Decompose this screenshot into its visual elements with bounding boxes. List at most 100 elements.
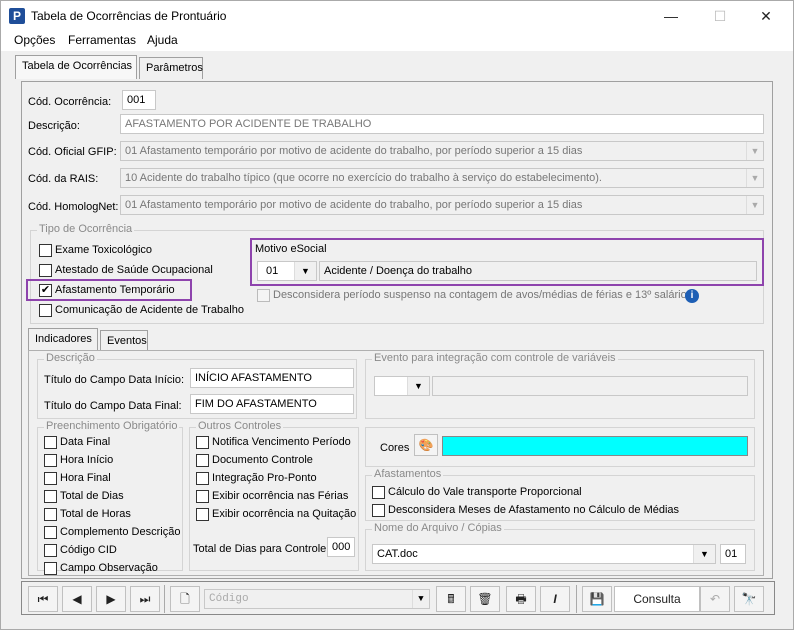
preenchimento-item-checkbox[interactable] [44,526,57,539]
preenchimento-item-label: Complemento Descrição [60,526,181,538]
undo-icon[interactable]: ↶ [700,586,730,612]
chevron-down-icon[interactable]: ▼ [746,169,763,187]
outros-item-label: Integração Pro-Ponto [212,472,317,484]
preenchimento-item-label: Hora Início [60,454,114,466]
preenchimento-item-label: Campo Observação [60,562,158,574]
rais-select[interactable]: 10 Acidente do trabalho típico (que ocor… [120,168,764,188]
arquivo-select[interactable]: CAT.doc ▼ [372,544,716,564]
prev-record-icon[interactable]: ◀ [62,586,92,612]
cod-ocorrencia-input[interactable]: 001 [122,90,156,110]
vale-transporte-checkbox[interactable] [372,486,385,499]
cores-label: Cores [380,442,410,454]
gfip-value: 01 Afastamento temporário por motivo de … [125,145,583,157]
binoculars-icon[interactable]: 🔭 [734,586,764,612]
evento-select[interactable]: ▼ [374,376,430,396]
codigo-placeholder: Código [209,593,249,605]
preenchimento-item-checkbox[interactable] [44,508,57,521]
homolognet-value: 01 Afastamento temporário por motivo de … [125,199,583,211]
chevron-down-icon[interactable]: ▼ [412,590,429,608]
tab-tabela-ocorrencias[interactable]: Tabela de Ocorrências [15,55,137,79]
motivo-esocial-highlight [250,238,764,286]
afastamento-highlight [26,279,192,301]
first-record-icon[interactable]: ⏮ [28,586,58,612]
comunicacao-acidente-label: Comunicação de Acidente de Trabalho [55,304,244,316]
menu-ajuda[interactable]: Ajuda [147,33,178,47]
preenchimento-item-checkbox[interactable] [44,544,57,557]
desconsidera-periodo-label: Desconsidera período suspenso na contage… [273,289,693,301]
chevron-down-icon[interactable]: ▼ [407,377,429,395]
calculator-icon[interactable]: 🖩 [436,586,466,612]
outros-item-label: Exibir ocorrência nas Férias [212,490,349,502]
new-record-icon[interactable]: 🗋 [170,586,200,612]
preenchimento-item-checkbox[interactable] [44,472,57,485]
chevron-down-icon[interactable]: ▼ [693,545,715,563]
main-panel: Cód. Ocorrência: 001 Descrição: AFASTAME… [21,81,773,579]
maximize-button[interactable]: ☐ [705,5,735,27]
codigo-select[interactable]: Código ▼ [204,589,430,609]
paint-bucket-icon[interactable]: 🎨 [414,434,438,456]
total-dias-input[interactable]: 000 [327,537,355,557]
main-window: P Tabela de Ocorrências de Prontuário — … [0,0,794,630]
chevron-down-icon[interactable]: ▼ [746,142,763,160]
tab-parametros[interactable]: Parâmetros [139,57,203,79]
consulta-button[interactable]: Consulta [614,586,700,612]
homolognet-select[interactable]: 01 Afastamento temporário por motivo de … [120,195,764,215]
atestado-saude-label: Atestado de Saúde Ocupacional [55,264,213,276]
italic-icon[interactable]: I [540,586,570,612]
descricao-group: Descrição Título do Campo Data Início: I… [37,352,357,419]
data-inicio-input[interactable]: INÍCIO AFASTAMENTO [190,368,354,388]
color-swatch[interactable] [442,436,748,456]
evento-group: Evento para integração com controle de v… [365,352,755,419]
desconsidera-periodo-checkbox[interactable] [257,289,270,302]
print-icon[interactable]: 🖶 [506,586,536,612]
tab-indicadores[interactable]: Indicadores [28,328,98,352]
close-button[interactable]: ✕ [751,5,781,27]
desconsidera-meses-label: Desconsidera Meses de Afastamento no Cál… [388,504,680,516]
last-record-icon[interactable]: ⏭ [130,586,160,612]
preenchimento-item-checkbox[interactable] [44,436,57,449]
rais-value: 10 Acidente do trabalho típico (que ocor… [125,172,602,184]
data-final-input[interactable]: FIM DO AFASTAMENTO [190,394,354,414]
desconsidera-meses-checkbox[interactable] [372,504,385,517]
minimize-button[interactable]: — [656,5,686,27]
delete-icon[interactable]: 🗑 [470,586,500,612]
outros-item-checkbox[interactable] [196,454,209,467]
info-icon[interactable]: i [685,289,699,303]
preenchimento-title: Preenchimento Obrigatório [44,420,180,432]
afastamentos-title: Afastamentos [372,468,444,480]
descricao-group-title: Descrição [44,352,97,364]
rais-label: Cód. da RAIS: [28,173,99,185]
title-bar: P Tabela de Ocorrências de Prontuário — … [1,1,793,31]
total-dias-label: Total de Dias para Controle: [193,543,330,555]
outros-item-checkbox[interactable] [196,508,209,521]
bottom-toolbar: ⏮ ◀ ▶ ⏭ 🗋 Código ▼ 🖩 🗑 🖶 I 💾 Consulta ↶ … [21,581,775,615]
arquivo-title: Nome do Arquivo / Cópias [372,522,504,534]
preenchimento-item-label: Total de Dias [60,490,124,502]
preenchimento-item-checkbox[interactable] [44,454,57,467]
outros-item-checkbox[interactable] [196,436,209,449]
exame-toxicologico-checkbox[interactable] [39,244,52,257]
menu-opcoes[interactable]: Opções [14,33,55,47]
preenchimento-group: Preenchimento Obrigatório Data Final Hora… [37,420,183,575]
outros-item-checkbox[interactable] [196,490,209,503]
afastamentos-group: Afastamentos Cálculo do Vale transporte … [365,468,755,521]
menu-ferramentas[interactable]: Ferramentas [68,33,136,47]
next-record-icon[interactable]: ▶ [96,586,126,612]
save-icon[interactable]: 💾 [582,586,612,612]
outros-item-checkbox[interactable] [196,472,209,485]
preenchimento-item-checkbox[interactable] [44,562,57,575]
chevron-down-icon[interactable]: ▼ [746,196,763,214]
tipo-ocorrencia-title: Tipo de Ocorrência [37,223,135,235]
homolognet-label: Cód. HomologNet: [28,201,119,213]
copias-input[interactable]: 01 [720,544,746,564]
descricao-input[interactable]: AFASTAMENTO POR ACIDENTE DE TRABALHO [120,114,764,134]
arquivo-group: Nome do Arquivo / Cópias CAT.doc ▼ 01 [365,522,755,571]
gfip-select[interactable]: 01 Afastamento temporário por motivo de … [120,141,764,161]
atestado-saude-checkbox[interactable] [39,264,52,277]
tab-eventos[interactable]: Eventos [100,330,148,352]
outros-item-label: Documento Controle [212,454,313,466]
preenchimento-item-checkbox[interactable] [44,490,57,503]
cod-ocorrencia-label: Cód. Ocorrência: [28,96,112,108]
app-icon: P [9,8,25,24]
comunicacao-acidente-checkbox[interactable] [39,304,52,317]
